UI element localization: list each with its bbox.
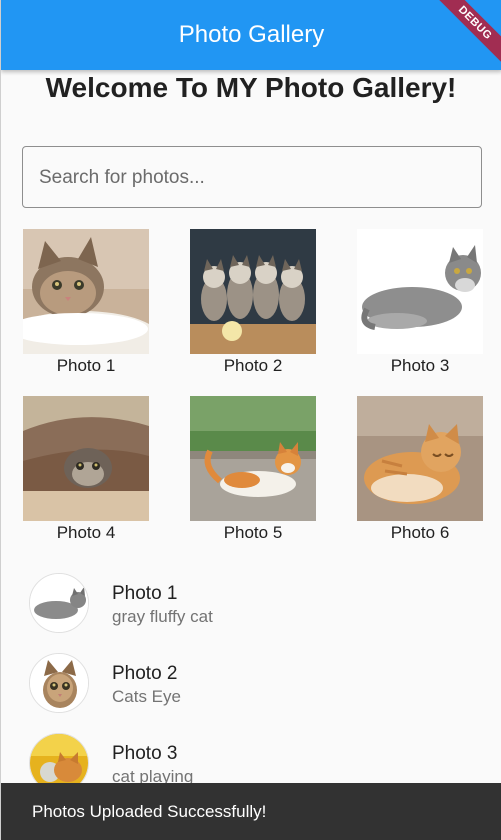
list-item[interactable]: Photo 1 gray fluffy cat	[1, 561, 501, 641]
list-item[interactable]: Photo 2 Cats Eye	[1, 641, 501, 721]
photo-thumbnail[interactable]	[23, 229, 149, 354]
photo-label: Photo 2	[223, 356, 283, 375]
list-item-title: Photo 3	[112, 743, 178, 764]
photo-label: Photo 4	[56, 523, 116, 542]
grid-item[interactable]: Photo 1	[23, 229, 149, 379]
photo-thumbnail[interactable]	[357, 229, 483, 354]
list-item-title: Photo 1	[112, 583, 178, 604]
photo-label: Photo 3	[390, 356, 450, 375]
grid-item[interactable]: Photo 4	[23, 396, 149, 546]
list-item-title: Photo 2	[112, 663, 178, 684]
list-item-subtitle: gray fluffy cat	[112, 607, 213, 626]
list-item-subtitle: Cats Eye	[112, 687, 181, 706]
grid-item[interactable]: Photo 5	[190, 396, 316, 546]
app-screen: Photo Gallery DEBUG Welcome To MY Photo …	[0, 0, 501, 840]
app-bar-title: Photo Gallery	[178, 21, 325, 48]
photo-label: Photo 1	[56, 356, 116, 375]
search-field[interactable]	[22, 146, 482, 208]
photo-thumbnail[interactable]	[357, 396, 483, 521]
photo-thumbnail[interactable]	[23, 396, 149, 521]
page-title: Welcome To MY Photo Gallery!	[45, 72, 457, 103]
app-bar: Photo Gallery	[1, 0, 501, 70]
photo-label: Photo 6	[390, 523, 450, 542]
avatar	[29, 653, 89, 713]
search-input[interactable]	[37, 147, 461, 208]
photo-label: Photo 5	[223, 523, 283, 542]
grid-item[interactable]: Photo 6	[357, 396, 483, 546]
avatar	[29, 573, 89, 633]
photo-thumbnail[interactable]	[190, 396, 316, 521]
grid-item[interactable]: Photo 3	[357, 229, 483, 379]
photo-thumbnail[interactable]	[190, 229, 316, 354]
snackbar-message: Photos Uploaded Successfully!	[32, 802, 267, 821]
grid-item[interactable]: Photo 2	[190, 229, 316, 379]
snackbar: Photos Uploaded Successfully!	[1, 783, 501, 840]
